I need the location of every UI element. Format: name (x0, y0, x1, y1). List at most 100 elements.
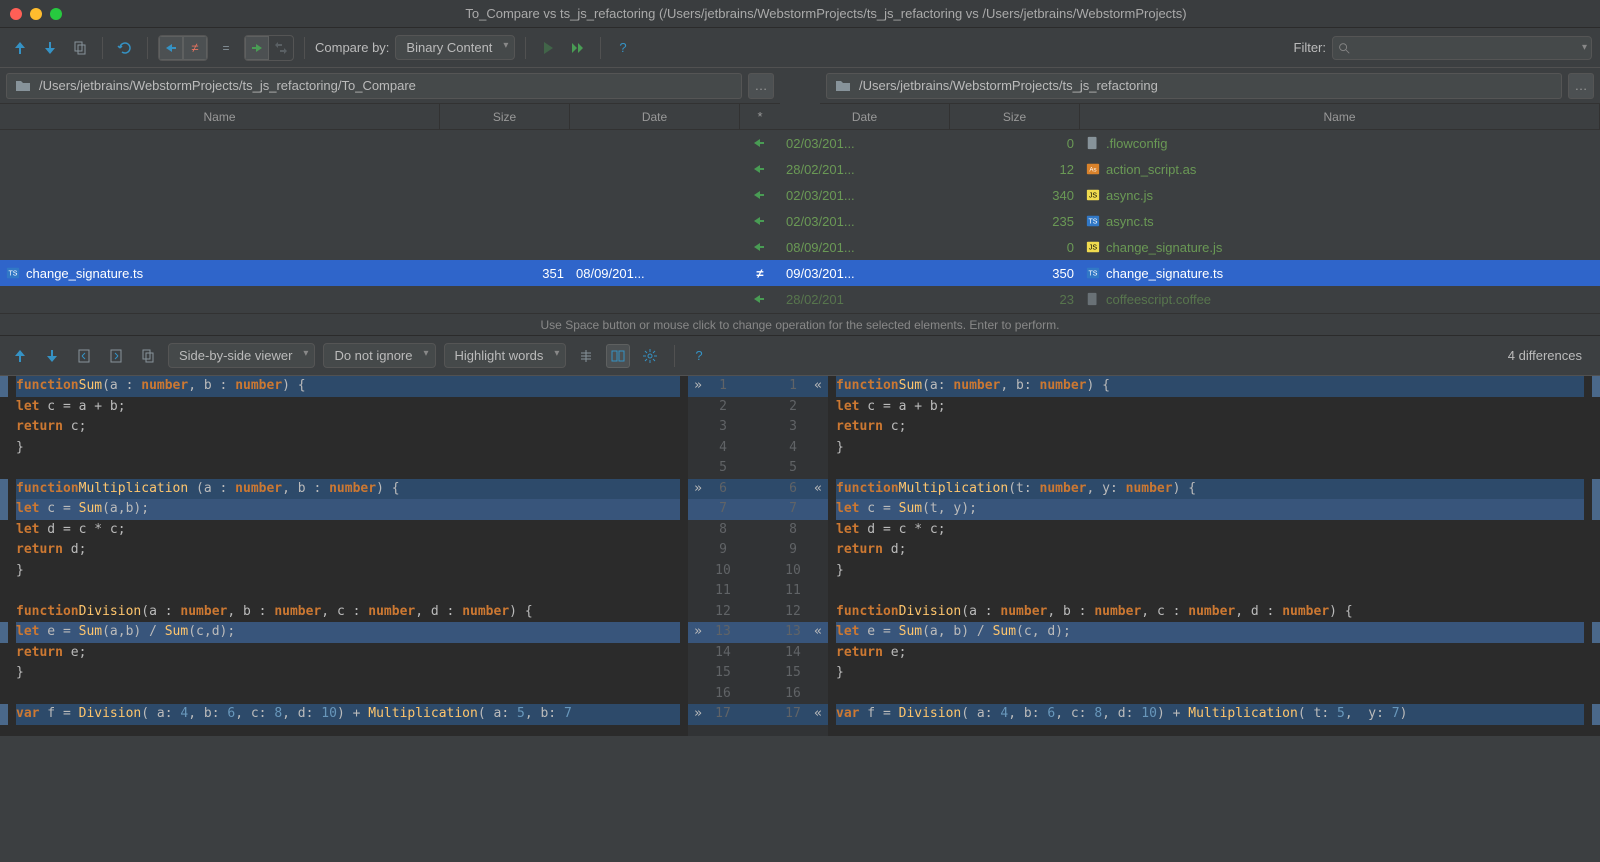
col-star[interactable]: * (740, 104, 780, 130)
code-line[interactable] (836, 458, 1584, 479)
code-line[interactable]: function Division(a : number, b : number… (836, 602, 1584, 623)
help-icon[interactable]: ? (611, 36, 635, 60)
not-equal-icon[interactable]: ≠ (183, 36, 207, 60)
operation-column: * ≠ (740, 104, 780, 313)
highlight-dropdown[interactable]: Highlight words (444, 343, 567, 368)
table-row[interactable]: TSchange_signature.ts35108/09/201... (0, 260, 740, 286)
table-row[interactable]: 02/03/201...0.flowconfig (780, 130, 1600, 156)
code-line[interactable]: let c = Sum(t, y); (836, 499, 1584, 520)
run-icon[interactable] (536, 36, 560, 60)
code-line[interactable] (16, 684, 680, 705)
table-row[interactable]: 08/09/201...0JSchange_signature.js (780, 234, 1600, 260)
table-row[interactable]: 02/03/201...340JSasync.js (780, 182, 1600, 208)
filter-label: Filter: (1294, 40, 1327, 55)
svg-text:As: As (1089, 167, 1096, 174)
filter-input[interactable]: ▾ (1332, 36, 1592, 60)
export-left-icon[interactable] (72, 344, 96, 368)
compare-by-dropdown[interactable]: Binary Content (395, 35, 515, 60)
sync-both-icon[interactable] (269, 36, 293, 60)
table-row[interactable]: 28/02/20123coffeescript.coffee (780, 286, 1600, 312)
code-line[interactable]: let e = Sum(a, b) / Sum(c, d); (836, 622, 1584, 643)
code-line[interactable]: return e; (836, 643, 1584, 664)
code-line[interactable]: function Sum(a: number, b: number) { (836, 376, 1584, 397)
code-line[interactable]: function Multiplication(t: number, y: nu… (836, 479, 1584, 500)
code-line[interactable]: let c = a + b; (836, 397, 1584, 418)
col-name[interactable]: Name (1080, 104, 1600, 129)
refresh-icon[interactable] (113, 36, 137, 60)
code-line[interactable]: } (836, 438, 1584, 459)
sync-scroll-icon[interactable] (606, 344, 630, 368)
operation-cell[interactable] (740, 156, 780, 182)
col-date[interactable]: Date (570, 104, 740, 129)
operation-cell[interactable]: ≠ (740, 260, 780, 286)
code-line[interactable]: } (836, 663, 1584, 684)
next-diff-icon[interactable] (40, 344, 64, 368)
code-line[interactable]: function Division(a : number, b : number… (16, 602, 680, 623)
code-line[interactable]: function Multiplication (a : number, b :… (16, 479, 680, 500)
operation-cell[interactable] (740, 182, 780, 208)
export-right-icon[interactable] (104, 344, 128, 368)
table-row[interactable]: 09/03/201...350TSchange_signature.ts (780, 260, 1600, 286)
sync-right-icon[interactable] (159, 36, 183, 60)
diff-filter-group: ≠ (158, 35, 208, 61)
operation-cell[interactable] (740, 130, 780, 156)
sync-left-icon[interactable] (245, 36, 269, 60)
run-all-icon[interactable] (566, 36, 590, 60)
code-line[interactable] (16, 458, 680, 479)
svg-text:JS: JS (1089, 245, 1098, 252)
code-line[interactable]: var f = Division( a: 4, b: 6, c: 8, d: 1… (16, 704, 680, 725)
operation-cell[interactable] (740, 208, 780, 234)
operation-cell[interactable] (740, 286, 780, 312)
arrow-down-icon[interactable] (38, 36, 62, 60)
copy-icon[interactable] (68, 36, 92, 60)
right-path-input[interactable]: /Users/jetbrains/WebstormProjects/ts_js_… (826, 73, 1562, 99)
code-line[interactable]: let e = Sum(a,b) / Sum(c,d); (16, 622, 680, 643)
code-line[interactable]: } (836, 561, 1584, 582)
ignore-value: Do not ignore (334, 348, 412, 363)
left-path-input[interactable]: /Users/jetbrains/WebstormProjects/ts_js_… (6, 73, 742, 99)
maximize-window-button[interactable] (50, 8, 62, 20)
code-line[interactable]: let d = c * c; (16, 520, 680, 541)
viewer-mode-dropdown[interactable]: Side-by-side viewer (168, 343, 315, 368)
copy-diff-icon[interactable] (136, 344, 160, 368)
code-line[interactable]: return d; (16, 540, 680, 561)
table-row[interactable]: 02/03/201...235TSasync.ts (780, 208, 1600, 234)
table-row[interactable]: 28/02/201...12Asaction_script.as (780, 156, 1600, 182)
code-line[interactable]: return e; (16, 643, 680, 664)
code-line[interactable] (836, 684, 1584, 705)
minimize-window-button[interactable] (30, 8, 42, 20)
gear-icon[interactable] (638, 344, 662, 368)
col-size[interactable]: Size (440, 104, 570, 129)
compare-by-label: Compare by: (315, 40, 389, 55)
close-window-button[interactable] (10, 8, 22, 20)
code-line[interactable]: function Sum(a : number, b : number) { (16, 376, 680, 397)
code-line[interactable] (16, 581, 680, 602)
code-line[interactable]: let d = c * c; (836, 520, 1584, 541)
svg-text:?: ? (696, 348, 703, 363)
code-line[interactable]: } (16, 438, 680, 459)
left-code-pane[interactable]: function Sum(a : number, b : number) { l… (8, 376, 688, 736)
code-line[interactable] (836, 581, 1584, 602)
col-size[interactable]: Size (950, 104, 1080, 129)
code-line[interactable]: } (16, 561, 680, 582)
code-line[interactable]: return d; (836, 540, 1584, 561)
collapse-icon[interactable] (574, 344, 598, 368)
operation-cell[interactable] (740, 234, 780, 260)
right-code-pane[interactable]: function Sum(a: number, b: number) { let… (828, 376, 1592, 736)
code-line[interactable]: return c; (836, 417, 1584, 438)
col-name[interactable]: Name (0, 104, 440, 129)
prev-diff-icon[interactable] (8, 344, 32, 368)
code-line[interactable]: return c; (16, 417, 680, 438)
equal-icon[interactable]: = (214, 36, 238, 60)
right-path-browse-button[interactable]: … (1568, 73, 1594, 99)
code-line[interactable]: let c = Sum(a,b); (16, 499, 680, 520)
left-path-browse-button[interactable]: … (748, 73, 774, 99)
code-line[interactable]: let c = a + b; (16, 397, 680, 418)
arrow-up-icon[interactable] (8, 36, 32, 60)
left-path-text: /Users/jetbrains/WebstormProjects/ts_js_… (39, 78, 416, 93)
code-line[interactable]: } (16, 663, 680, 684)
help-icon[interactable]: ? (687, 344, 711, 368)
col-date[interactable]: Date (780, 104, 950, 129)
ignore-dropdown[interactable]: Do not ignore (323, 343, 435, 368)
code-line[interactable]: var f = Division( a: 4, b: 6, c: 8, d: 1… (836, 704, 1584, 725)
